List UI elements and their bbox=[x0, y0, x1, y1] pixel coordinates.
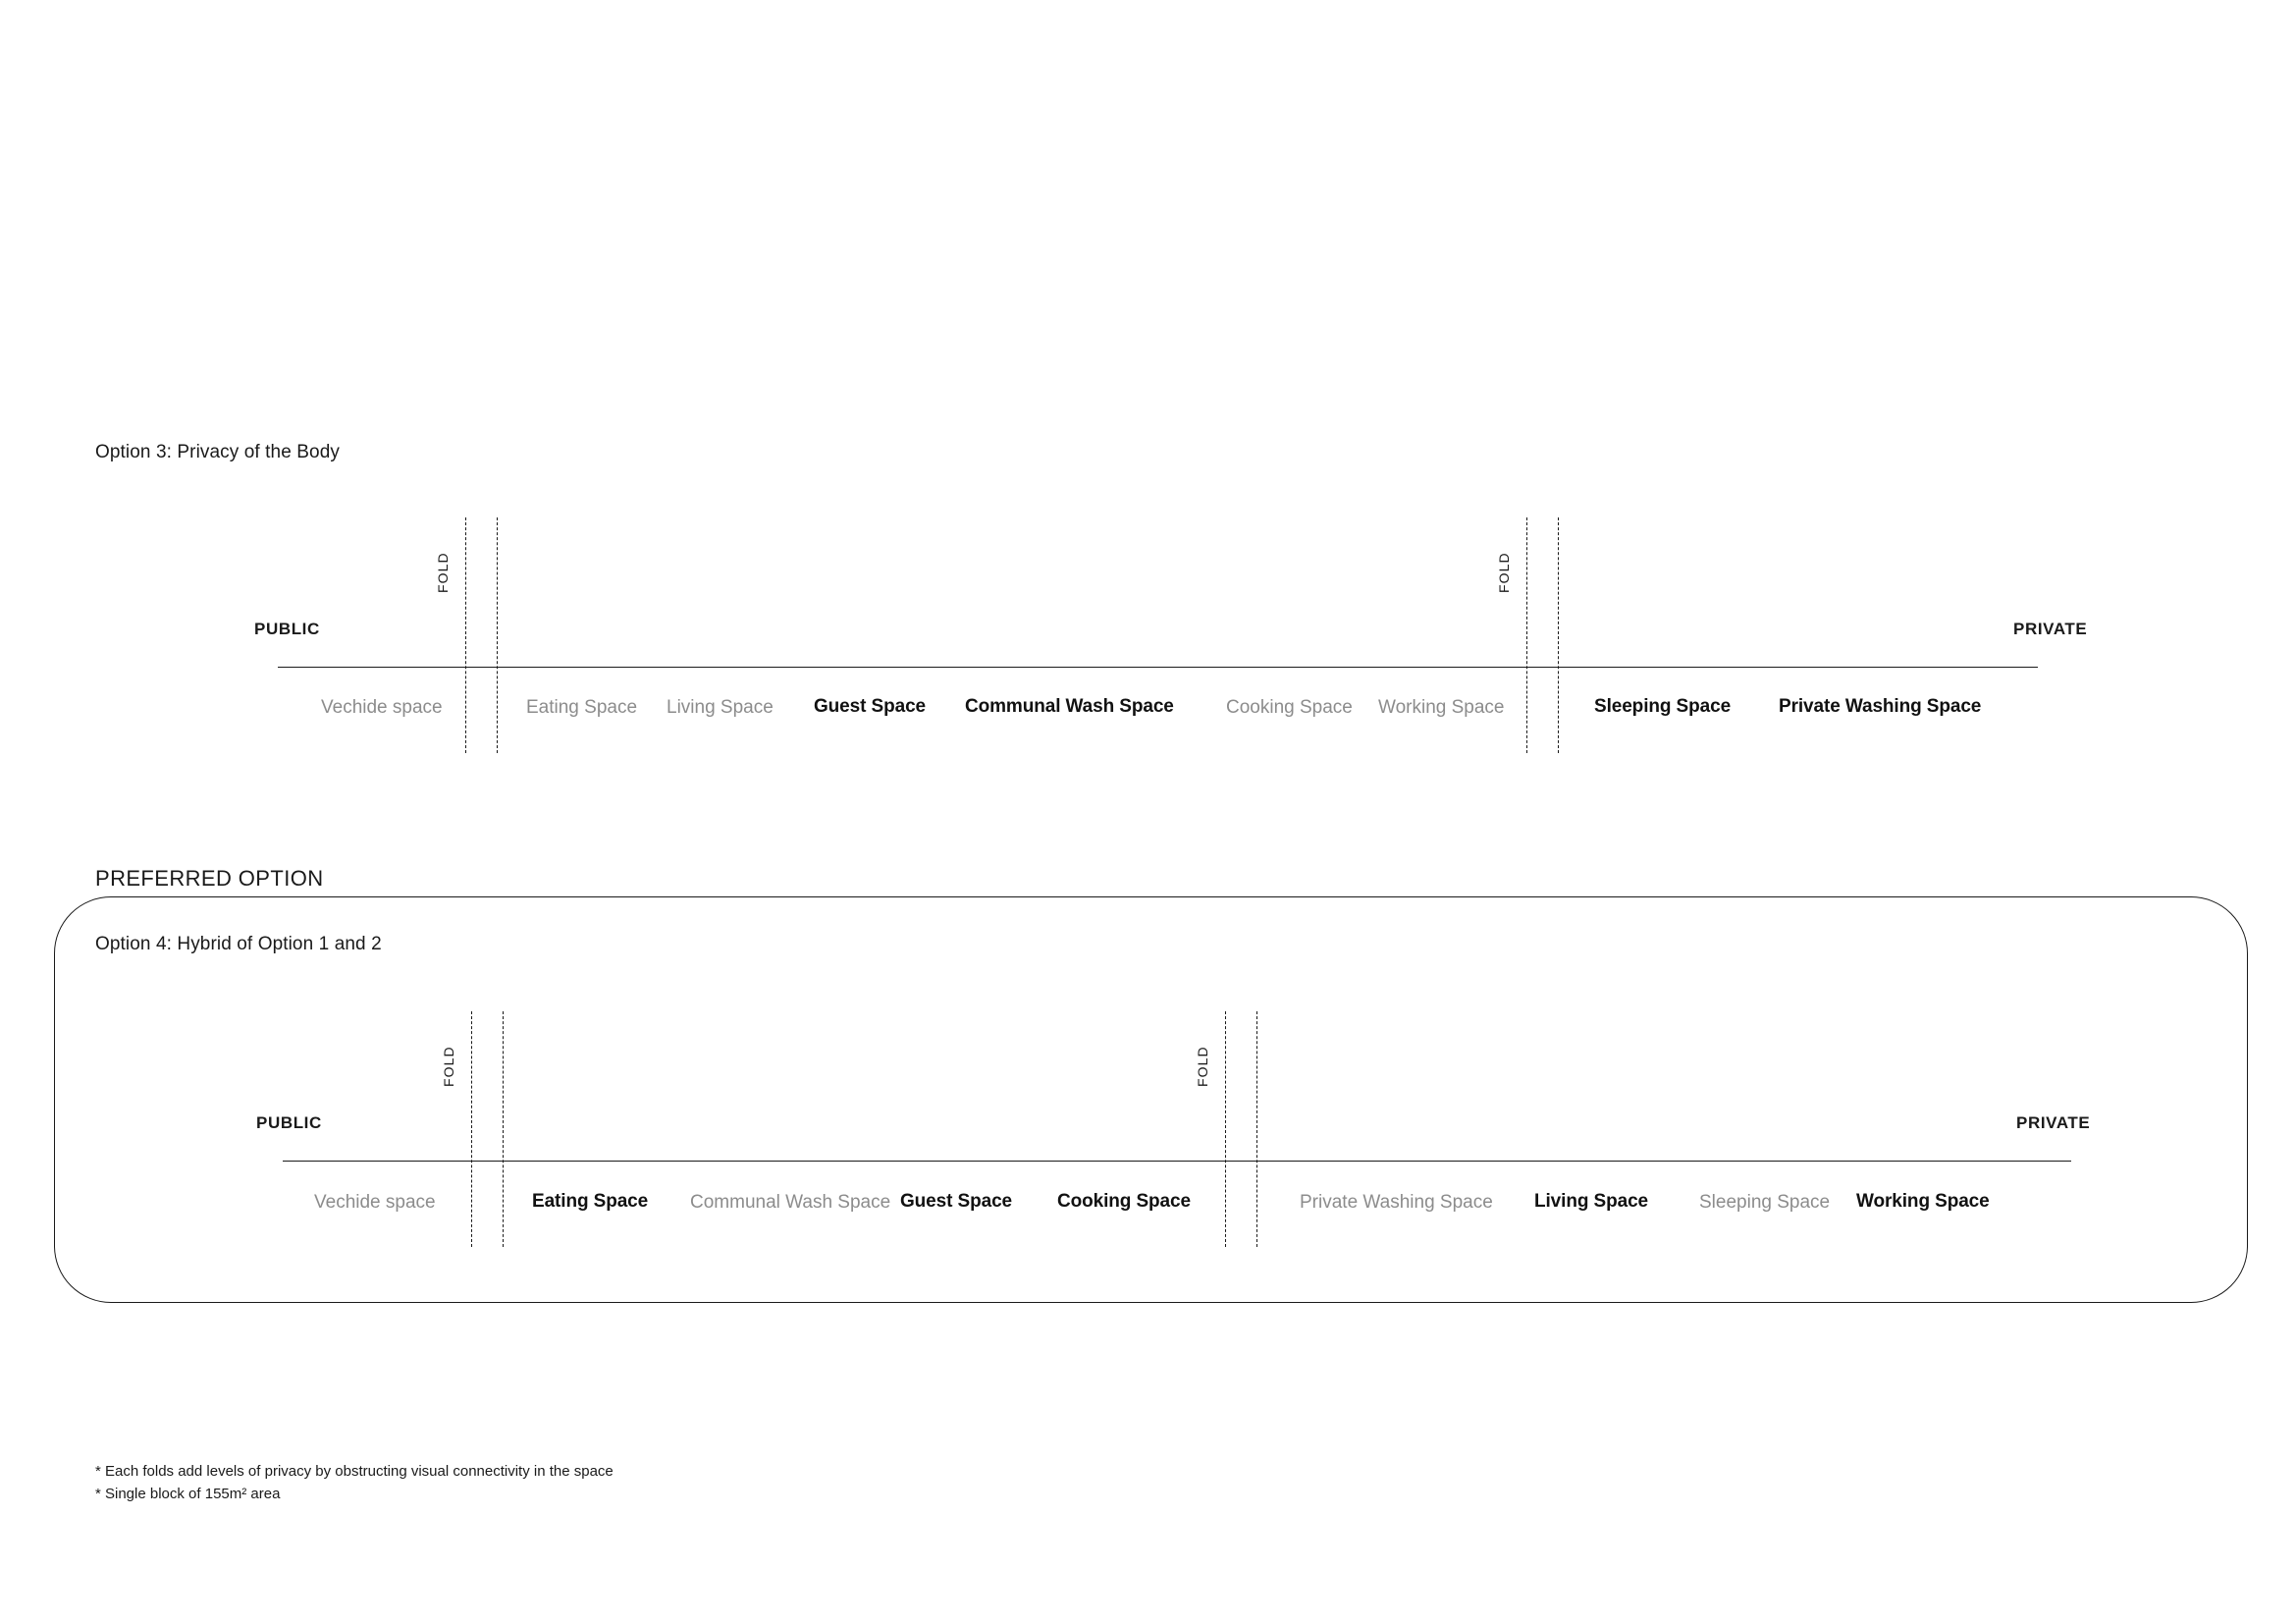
option4-fold2-label: FOLD bbox=[1195, 1046, 1210, 1087]
diagram-page: Option 3: Privacy of the Body PUBLIC PRI… bbox=[0, 0, 2296, 1624]
option4-space-private-washing: Private Washing Space bbox=[1300, 1192, 1493, 1213]
option4-space-eating: Eating Space bbox=[532, 1191, 649, 1212]
option4-space-working: Working Space bbox=[1856, 1191, 1990, 1212]
option4-space-cooking: Cooking Space bbox=[1057, 1191, 1191, 1212]
option4-private-label: PRIVATE bbox=[2016, 1113, 2091, 1132]
option4-fold1-label: FOLD bbox=[441, 1046, 456, 1087]
option4-space-sleeping: Sleeping Space bbox=[1699, 1192, 1831, 1213]
option4-privacy-axis bbox=[283, 1161, 2071, 1162]
option4-space-communal-wash: Communal Wash Space bbox=[690, 1192, 891, 1213]
option4-fold2-line-a bbox=[1225, 1011, 1226, 1247]
option4-fold1-line-a bbox=[471, 1011, 472, 1247]
footnotes: * Each folds add levels of privacy by ob… bbox=[95, 1460, 614, 1506]
option4-public-label: PUBLIC bbox=[256, 1113, 322, 1132]
option4-fold2-line-b bbox=[1256, 1011, 1257, 1247]
option4-diagram: PUBLIC PRIVATE FOLD FOLD Vechide space E… bbox=[0, 0, 2296, 1375]
footnote-item: * Each folds add levels of privacy by ob… bbox=[95, 1463, 614, 1480]
option4-fold1-line-b bbox=[503, 1011, 504, 1247]
footnote-item: * Single block of 155m² area bbox=[95, 1486, 281, 1503]
option4-space-vehicle: Vechide space bbox=[314, 1192, 436, 1213]
option4-space-guest: Guest Space bbox=[900, 1191, 1013, 1212]
option4-space-living: Living Space bbox=[1534, 1191, 1649, 1212]
